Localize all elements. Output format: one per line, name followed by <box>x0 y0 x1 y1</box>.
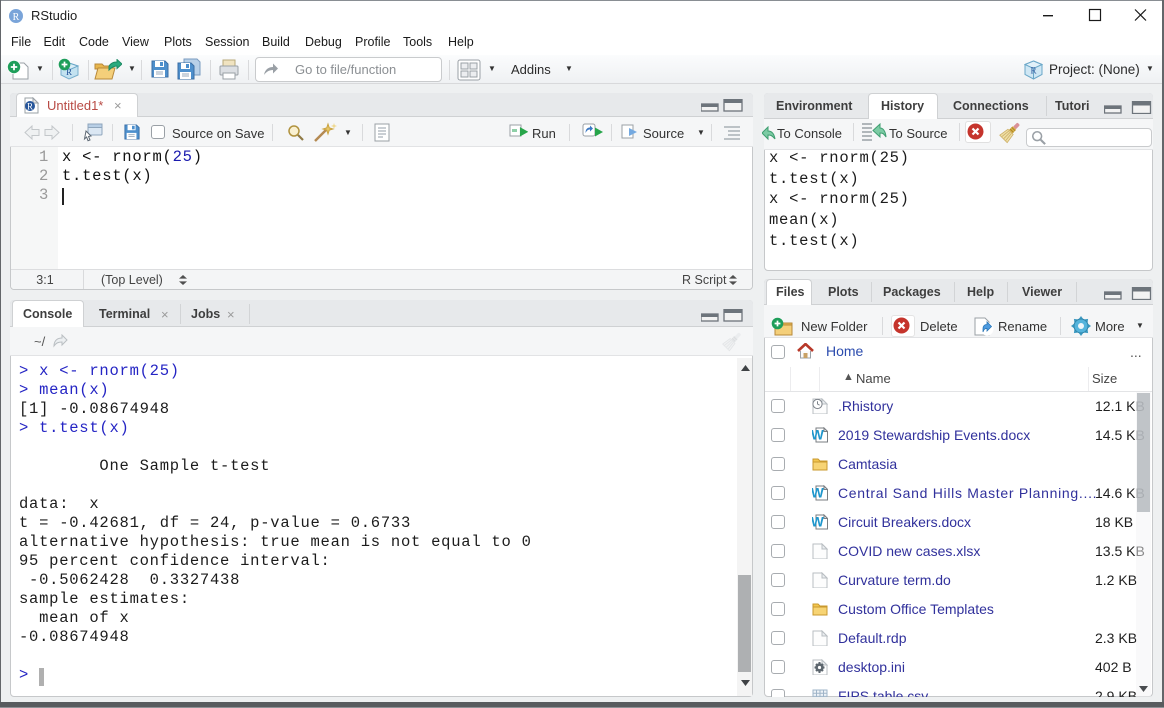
svg-text:R: R <box>1030 66 1036 76</box>
svg-text:R: R <box>27 102 33 112</box>
svg-text:R: R <box>13 12 20 23</box>
svg-text:W: W <box>812 515 824 530</box>
svg-text:W: W <box>812 486 824 501</box>
svg-text:W: W <box>812 428 824 443</box>
